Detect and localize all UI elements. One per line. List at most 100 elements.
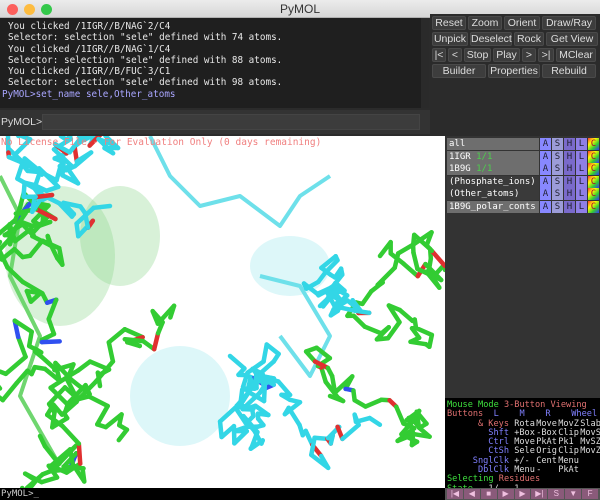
action-button[interactable]: A	[540, 175, 551, 188]
object-name[interactable]: 1B9G_polar_conts	[447, 200, 539, 213]
show-button[interactable]: S	[552, 188, 563, 200]
color-button[interactable]: C	[588, 163, 599, 175]
object-label: 1B9G	[449, 164, 471, 174]
draw-ray-button[interactable]: Draw/Ray	[542, 16, 596, 30]
zoom-button[interactable]: Zoom	[468, 16, 502, 30]
helix-surface	[80, 186, 160, 286]
zoom-button[interactable]	[41, 4, 52, 15]
label-button[interactable]: L	[576, 163, 587, 175]
mclear-button[interactable]: MClear	[556, 48, 596, 62]
helix-surface	[250, 236, 330, 296]
minimize-button[interactable]	[24, 4, 35, 15]
get-view-button[interactable]: Get View	[546, 32, 598, 46]
action-button[interactable]: A	[540, 150, 551, 163]
rebuild-button[interactable]: Rebuild	[542, 64, 596, 78]
deselect-button[interactable]: Deselect	[470, 32, 512, 46]
action-button[interactable]: A	[540, 163, 551, 175]
object-row[interactable]: 1B9G 1/1 A S H L C	[447, 163, 600, 175]
label-button[interactable]: L	[576, 150, 587, 163]
object-name[interactable]: (Other_atoms)	[447, 188, 539, 200]
color-button[interactable]: C	[588, 188, 599, 200]
label-button[interactable]: L	[576, 188, 587, 200]
movie-control-button[interactable]: ■	[480, 489, 497, 499]
first-frame-button[interactable]: |<	[432, 48, 446, 62]
movie-control-button[interactable]: ▶	[514, 489, 531, 499]
stop-button[interactable]: Stop	[464, 48, 491, 62]
object-row[interactable]: 1IGR 1/1 A S H L C	[447, 150, 600, 163]
molecule-render	[0, 136, 445, 488]
mouse-column-header: Wheel	[571, 409, 598, 420]
object-name[interactable]: all	[447, 138, 539, 150]
green-sticks	[19, 394, 130, 488]
object-label: 1IGR	[449, 151, 471, 162]
show-button[interactable]: S	[552, 175, 563, 188]
molecular-viewer[interactable]: No License File - For Evaluation Only (0…	[0, 136, 445, 488]
movie-control-button[interactable]: |◀	[447, 489, 463, 499]
hide-button[interactable]: H	[564, 188, 575, 200]
cartoon-ribbon	[148, 136, 332, 228]
hide-button[interactable]: H	[564, 175, 575, 188]
object-label: 1B9G_polar_conts	[449, 201, 536, 212]
object-name[interactable]: 1B9G 1/1	[447, 163, 539, 175]
console-line: You clicked /1IGR//B/FUC`3/C1	[8, 66, 171, 78]
movie-controls: |◀ ◀ ■ ▶ ▶ ▶| S ▼ F	[445, 488, 600, 500]
play-button[interactable]: Play	[493, 48, 520, 62]
movie-control-button[interactable]: F	[582, 489, 599, 499]
hide-button[interactable]: H	[564, 200, 575, 213]
show-button[interactable]: S	[552, 150, 563, 163]
movie-control-button[interactable]: ▼	[565, 489, 582, 499]
mouse-column-header: L	[493, 409, 499, 420]
hide-button[interactable]: H	[564, 163, 575, 175]
color-button[interactable]: C	[588, 150, 599, 163]
last-frame-button[interactable]: >|	[538, 48, 554, 62]
label-button[interactable]: L	[576, 138, 587, 150]
unpick-button[interactable]: Unpick	[432, 32, 468, 46]
console-scrollbar[interactable]	[421, 18, 429, 108]
object-state: 1/1	[476, 151, 493, 162]
action-button[interactable]: A	[540, 200, 551, 213]
action-button[interactable]: A	[540, 188, 551, 200]
bottom-prompt[interactable]: PyMOL>_	[0, 488, 445, 500]
orient-button[interactable]: Orient	[504, 16, 540, 30]
movie-control-button[interactable]: ▶	[497, 489, 514, 499]
rock-button[interactable]: Rock	[514, 32, 544, 46]
movie-control-button[interactable]: ▶|	[531, 489, 548, 499]
builder-button[interactable]: Builder	[432, 64, 486, 78]
color-button[interactable]: C	[588, 200, 599, 213]
prev-frame-button[interactable]: <	[448, 48, 462, 62]
color-button[interactable]: C	[588, 138, 599, 150]
action-button[interactable]: A	[540, 138, 551, 150]
command-bar: PyMOL>	[0, 110, 430, 134]
reset-button[interactable]: Reset	[432, 16, 466, 30]
show-button[interactable]: S	[552, 200, 563, 213]
object-name[interactable]: 1IGR 1/1	[447, 150, 539, 163]
close-button[interactable]	[7, 4, 18, 15]
object-name[interactable]: (Phosphate_ions)	[447, 175, 539, 188]
console-line: You clicked /1IGR//B/NAG`1/C4	[8, 43, 171, 55]
console-command: PyMOL>set_name sele,Other_atoms	[2, 88, 176, 100]
hide-button[interactable]: H	[564, 150, 575, 163]
mouse-column-header: R	[545, 409, 551, 420]
object-list: all A S H L C 1IGR 1/1 A S H L C 1B9G 1/1 A S H L C (Phos…	[445, 136, 600, 398]
properties-button[interactable]: Properties	[488, 64, 540, 78]
show-button[interactable]: S	[552, 163, 563, 175]
mouse-binding: PkAt	[558, 465, 579, 476]
label-button[interactable]: L	[576, 175, 587, 188]
command-input[interactable]	[42, 114, 420, 130]
movie-control-button[interactable]: ◀	[463, 489, 480, 499]
show-button[interactable]: S	[552, 138, 563, 150]
next-frame-button[interactable]: >	[522, 48, 536, 62]
buttons-label: Buttons	[447, 409, 484, 420]
movie-control-button[interactable]: S	[548, 489, 565, 499]
label-button[interactable]: L	[576, 200, 587, 213]
command-prompt-label: PyMOL>	[1, 116, 43, 128]
hide-button[interactable]: H	[564, 138, 575, 150]
console-line: Selector: selection "sele" defined with …	[8, 77, 283, 89]
object-row[interactable]: (Phosphate_ions) ASHLC	[447, 175, 600, 188]
object-row[interactable]: all ASHLC	[447, 138, 600, 150]
object-label: (Phosphate_ions)	[449, 176, 536, 187]
license-notice: No License File - For Evaluation Only (0…	[1, 137, 322, 148]
object-row[interactable]: (Other_atoms) ASHLC	[447, 188, 600, 200]
object-row[interactable]: 1B9G_polar_conts ASHLC	[447, 200, 600, 213]
color-button[interactable]: C	[588, 175, 599, 188]
